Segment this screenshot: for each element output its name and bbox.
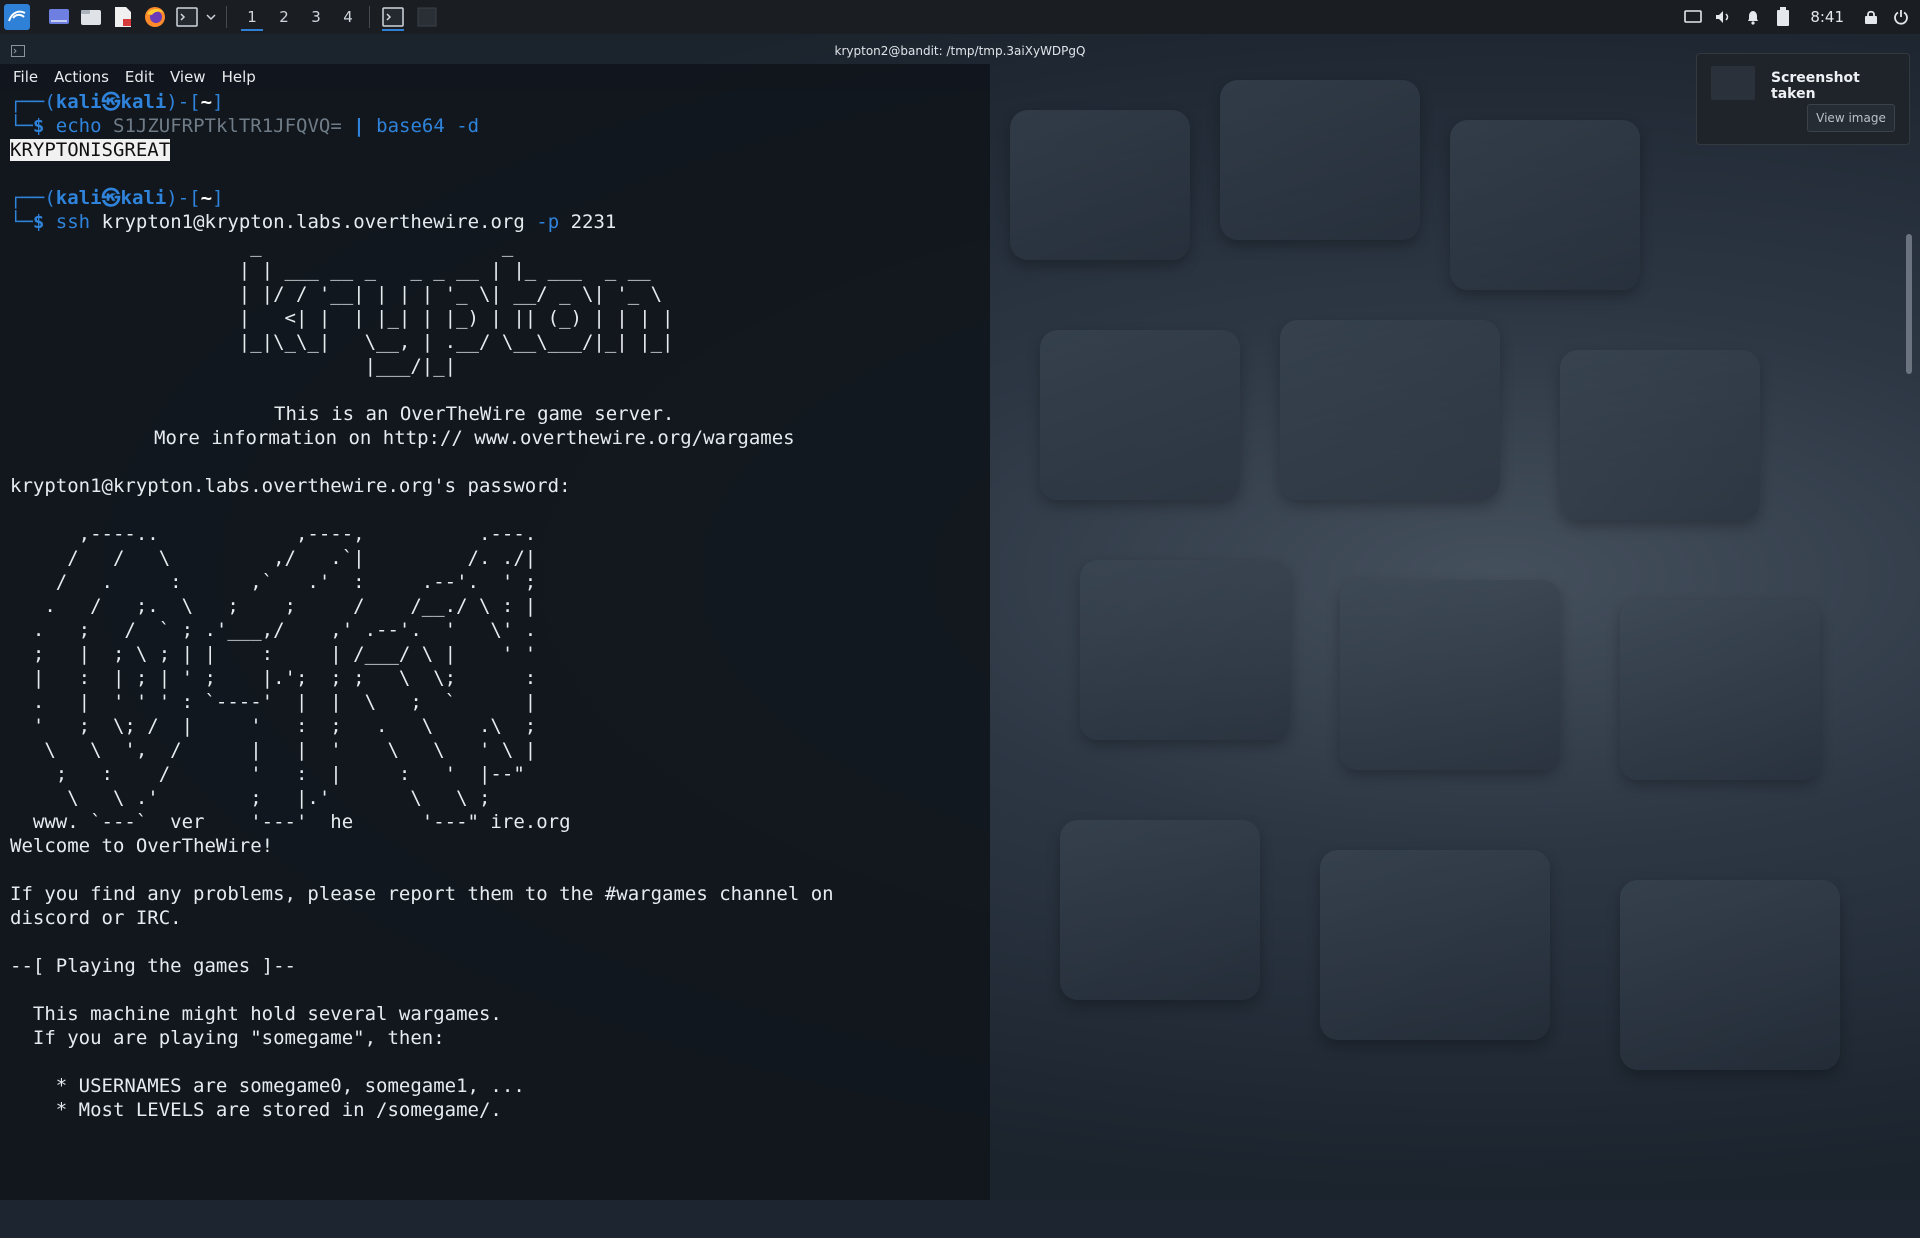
server-info-line-1: This is an OverTheWire game server.	[274, 403, 675, 425]
games-line-1: This machine might hold several wargames…	[10, 1003, 502, 1025]
prompt-dir: ~	[200, 91, 213, 113]
problems-line-1: If you find any problems, please report …	[10, 883, 834, 905]
cmd-port: 2231	[570, 211, 617, 233]
window-titlebar[interactable]: krypton2@bandit: /tmp/tmp.3aiXyWDPgQ	[0, 38, 1920, 64]
panel-clock[interactable]: 8:41	[1810, 8, 1844, 26]
prompt-user: kali㉿kali	[55, 91, 167, 113]
lock-icon	[1865, 10, 1877, 24]
cmd-prog: base64	[376, 115, 445, 137]
panel-separator	[226, 6, 227, 28]
cmd-name: echo	[55, 115, 102, 137]
lock-screen-button[interactable]	[1856, 2, 1886, 32]
cmd-flag: -d	[456, 115, 480, 137]
text-editor-launcher[interactable]	[108, 2, 138, 32]
menu-bar: File Actions Edit View Help	[0, 64, 990, 90]
menu-edit[interactable]: Edit	[125, 68, 154, 86]
launcher-dropdown[interactable]	[202, 2, 220, 32]
window-title: krypton2@bandit: /tmp/tmp.3aiXyWDPgQ	[834, 44, 1086, 58]
problems-line-2: discord or IRC.	[10, 907, 182, 929]
chevron-down-icon	[206, 14, 216, 21]
menu-actions[interactable]: Actions	[54, 68, 109, 86]
output-line-1: KRYPTONISGREAT	[10, 138, 171, 162]
terminal-area[interactable]: ┌──(kali㉿kali)-[~] └─$ echo S1JZUFRPTklT…	[0, 90, 990, 1200]
speaker-icon	[1716, 11, 1729, 23]
cmd-arg: S1JZUFRPTklTR1JFQVQ=	[113, 115, 342, 137]
kali-dragon-icon	[4, 4, 30, 30]
cmd-name: ssh	[55, 211, 91, 233]
workspace-3[interactable]: 3	[301, 2, 331, 32]
taskbar-second-window[interactable]	[410, 2, 444, 32]
scrollbar-thumb[interactable]	[1906, 234, 1912, 374]
logout-button[interactable]	[1886, 2, 1916, 32]
window-thumbnail-icon	[417, 7, 437, 27]
bell-icon	[1748, 11, 1759, 25]
kali-menu-button[interactable]	[2, 2, 32, 32]
desktop-icon	[49, 9, 69, 24]
menu-view[interactable]: View	[170, 68, 206, 86]
menu-help[interactable]: Help	[222, 68, 256, 86]
folder-icon	[81, 10, 101, 25]
firefox-launcher[interactable]	[140, 2, 170, 32]
prompt-user: kali㉿kali	[55, 187, 167, 209]
overthewire-ascii-art: ,----.. ,----, .---. / / \ ,/ .`| /. ./|…	[32, 523, 571, 833]
text-editor-icon	[115, 7, 131, 27]
notifications-tray-button[interactable]	[1738, 2, 1768, 32]
volume-tray-button[interactable]	[1708, 2, 1738, 32]
panel-separator	[369, 6, 370, 28]
server-info-line-2: More information on http:// www.overthew…	[154, 427, 795, 449]
prompt-dir: ~	[200, 187, 213, 209]
workspace-4[interactable]: 4	[333, 2, 363, 32]
battery-icon	[1777, 7, 1790, 26]
krypton-ascii-banner: _ _ | | ___ __ _ _ _ __ | |_ ___ _ __ | …	[238, 235, 674, 377]
display-tray-button[interactable]	[1678, 2, 1708, 32]
bullet-levels: * Most LEVELS are stored in /somegame/.	[10, 1099, 502, 1121]
selected-output[interactable]: KRYPTONISGREAT	[10, 139, 171, 161]
show-desktop-button[interactable]	[44, 2, 74, 32]
menu-file[interactable]: File	[13, 68, 38, 86]
screenshot-notification: Screenshot taken View image	[1696, 53, 1910, 145]
prompt-line-1: ┌──(kali㉿kali)-[~]	[10, 91, 224, 113]
welcome-line: Welcome to OverTheWire!	[10, 835, 274, 857]
battery-tray-button[interactable]	[1768, 2, 1798, 32]
games-line-2: If you are playing "somegame", then:	[10, 1027, 445, 1049]
terminal-scrollbar[interactable]	[1906, 98, 1912, 1238]
workspace-1[interactable]: 1	[237, 2, 267, 32]
notification-title: Screenshot taken	[1771, 70, 1860, 102]
command-line-1: └─$ echo S1JZUFRPTklTR1JFQVQ= | base64 -…	[10, 115, 480, 137]
password-prompt: krypton1@krypton.labs.overthewire.org's …	[10, 475, 571, 497]
cmd-flag: -p	[536, 211, 560, 233]
terminal-icon	[176, 7, 198, 27]
firefox-icon	[145, 7, 165, 27]
monitor-icon	[1684, 10, 1703, 23]
terminal-icon	[382, 7, 404, 27]
view-image-button[interactable]: View image	[1807, 104, 1895, 132]
cmd-target: krypton1@krypton.labs.overthewire.org	[101, 211, 525, 233]
section-header: --[ Playing the games ]--	[10, 955, 296, 977]
terminal-launcher[interactable]	[172, 2, 202, 32]
taskbar-terminal-window[interactable]	[376, 2, 410, 32]
file-manager-launcher[interactable]	[76, 2, 106, 32]
cmd-pipe: |	[353, 115, 365, 137]
workspace-2[interactable]: 2	[269, 2, 299, 32]
screenshot-thumbnail	[1711, 66, 1755, 100]
bullet-usernames: * USERNAMES are somegame0, somegame1, ..…	[10, 1075, 525, 1097]
terminal-window: krypton2@bandit: /tmp/tmp.3aiXyWDPgQ Fil…	[0, 38, 1920, 1200]
power-icon	[1894, 10, 1908, 25]
window-menu-icon[interactable]	[11, 45, 25, 57]
top-panel: 1 2 3 4 8:41	[0, 0, 1920, 34]
command-line-2: └─$ ssh krypton1@krypton.labs.overthewir…	[10, 211, 617, 233]
system-tray: 8:41	[1678, 0, 1920, 34]
prompt-line-2: ┌──(kali㉿kali)-[~]	[10, 187, 224, 209]
